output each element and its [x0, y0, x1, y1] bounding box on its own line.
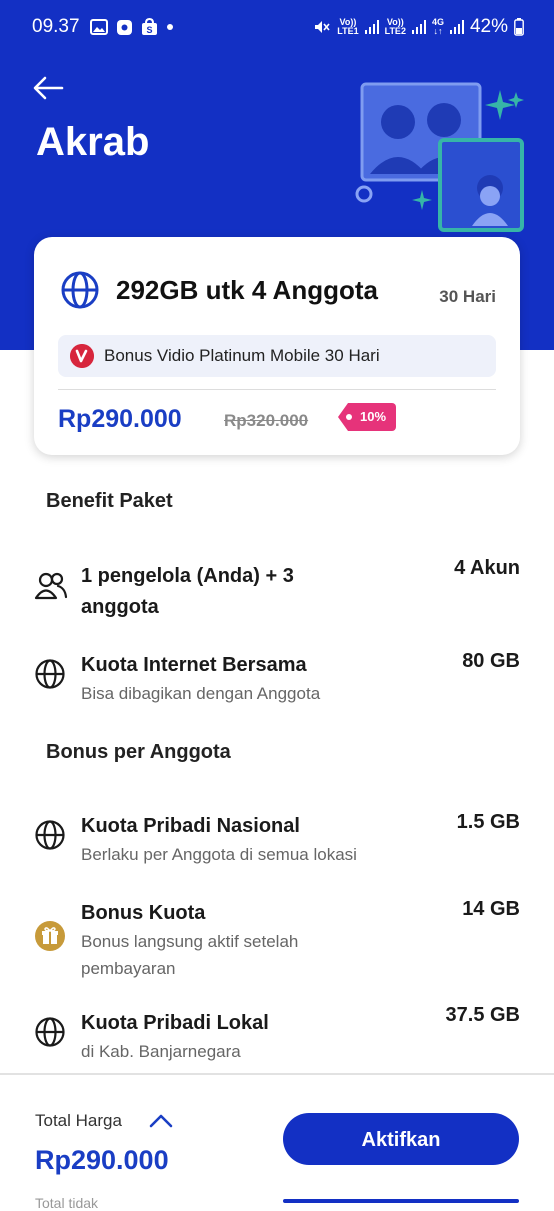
package-name: 292GB utk 4 Anggota	[116, 275, 378, 305]
item-subtitle: Bonus langsung aktif setelah pembayaran	[81, 932, 299, 978]
back-arrow-icon[interactable]	[30, 70, 66, 106]
signal-icon	[364, 20, 379, 34]
shopping-bag-icon: S	[142, 18, 157, 35]
discount-value: 10%	[360, 409, 387, 424]
item-value: 1.5 GB	[456, 811, 520, 833]
discount-badge: 10%	[338, 403, 397, 431]
item-subtitle: Berlaku per Anggota di semua lokasi	[81, 845, 357, 864]
app-notification-icon	[117, 19, 132, 35]
sim2-label: Vo)) LTE2	[384, 17, 406, 36]
item-value: 80 GB	[462, 650, 520, 672]
globe-icon	[35, 659, 65, 689]
list-item: Kuota Internet Bersama Bisa dibagikan de…	[34, 650, 520, 710]
section-title-bonus: Bonus per Anggota	[46, 741, 231, 763]
page-title: Akrab	[36, 120, 150, 164]
list-item: 1 pengelola (Anda) + 3 anggota 4 Akun	[34, 557, 520, 625]
list-item: Kuota Pribadi Nasional Berlaku per Anggo…	[34, 811, 520, 871]
status-bar: 09.37 S Vo)) LTE1 Vo)) LTE2 4G ↓↑ 42%	[0, 0, 554, 56]
item-value: 37.5 GB	[445, 1004, 520, 1026]
globe-icon	[35, 1017, 65, 1047]
svg-text:S: S	[146, 25, 152, 35]
bottom-bar: Total Harga Rp290.000 Aktifkan Total tid…	[0, 1073, 554, 1211]
item-value: 14 GB	[462, 898, 520, 920]
vidio-icon	[70, 344, 94, 368]
battery-percent: 42%	[469, 16, 508, 37]
item-title: Bonus Kuota	[81, 902, 206, 924]
battery-icon	[514, 18, 524, 36]
original-price: Rp320.000	[224, 411, 309, 430]
item-title: Kuota Pribadi Nasional	[81, 815, 300, 837]
chevron-up-icon[interactable]	[148, 1111, 174, 1131]
gallery-icon	[90, 19, 108, 35]
globe-icon	[61, 271, 99, 309]
cut-off-text: Total tidak	[35, 1195, 99, 1211]
signal-icon	[449, 20, 464, 34]
divider	[58, 389, 496, 390]
item-subtitle: di Kab. Banjarnegara	[81, 1042, 241, 1061]
notification-icons: S	[90, 18, 174, 36]
item-title: Kuota Pribadi Lokal	[81, 1012, 269, 1034]
item-subtitle: Bisa dibagikan dengan Anggota	[81, 684, 321, 703]
badge-dot	[346, 414, 352, 420]
total-price: Rp290.000	[35, 1145, 169, 1175]
gift-icon	[35, 921, 65, 951]
item-value: 4 Akun	[454, 557, 520, 579]
item-title: 1 pengelola (Anda) + 3 anggota	[81, 565, 294, 618]
status-time: 09.37	[32, 16, 80, 37]
dot-icon	[167, 24, 173, 30]
package-duration: 30 Hari	[439, 287, 496, 306]
bonus-text: Bonus Vidio Platinum Mobile 30 Hari	[104, 346, 380, 365]
mute-icon	[315, 21, 330, 33]
item-title: Kuota Internet Bersama	[81, 654, 307, 676]
group-illustration	[355, 82, 524, 232]
activate-button[interactable]: Aktifkan	[283, 1113, 519, 1165]
network-label: 4G ↓↑	[431, 17, 444, 36]
total-label: Total Harga	[35, 1111, 122, 1130]
users-icon	[34, 572, 68, 600]
package-card: 292GB utk 4 Anggota 30 Hari Bonus Vidio …	[34, 237, 520, 455]
bonus-banner: Bonus Vidio Platinum Mobile 30 Hari	[58, 335, 496, 377]
list-item: Bonus Kuota Bonus langsung aktif setelah…	[34, 898, 520, 984]
sim1-label: Vo)) LTE1	[337, 17, 359, 36]
section-title-benefit: Benefit Paket	[46, 490, 173, 512]
package-price: Rp290.000	[58, 405, 182, 433]
status-right: Vo)) LTE1 Vo)) LTE2 4G ↓↑ 42%	[313, 16, 524, 38]
list-item: Kuota Pribadi Lokal di Kab. Banjarnegara…	[34, 1004, 520, 1068]
signal-icon	[411, 20, 426, 34]
globe-icon	[35, 820, 65, 850]
